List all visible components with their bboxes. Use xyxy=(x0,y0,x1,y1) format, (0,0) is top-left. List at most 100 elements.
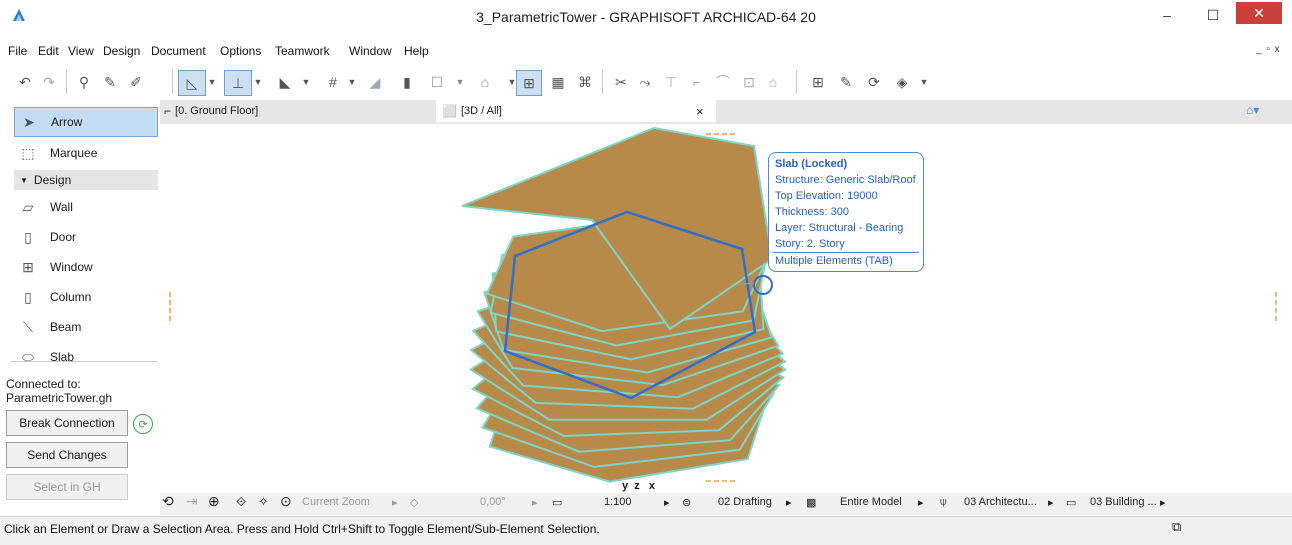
box-icon[interactable]: ☐ xyxy=(424,70,450,94)
scale-dropdown-arrow[interactable]: ▸ xyxy=(664,496,670,509)
scale-icon[interactable]: ▦ xyxy=(546,70,570,94)
tool-label: Window xyxy=(50,260,93,274)
dropdown-arrow-icon[interactable]: ▼ xyxy=(918,70,930,94)
sync-icon[interactable]: ⟳ xyxy=(133,414,153,434)
trace-icon[interactable]: ⊞ xyxy=(516,70,542,96)
snap-guides-icon[interactable]: ◣ xyxy=(272,70,298,94)
explore-icon[interactable]: ⟐ xyxy=(236,494,246,510)
menu-design[interactable]: Design xyxy=(103,44,140,58)
scale-value[interactable]: 1:100 xyxy=(604,496,632,508)
find-select-icon[interactable]: ⚲ xyxy=(72,70,96,94)
dropdown-arrow-icon[interactable]: ▼ xyxy=(454,70,466,94)
menu-edit[interactable]: Edit xyxy=(38,44,59,58)
elevate-icon[interactable]: ⊤ xyxy=(660,70,682,94)
tool-marquee[interactable]: ⬚ Marquee xyxy=(14,139,158,167)
minimize-button[interactable]: – xyxy=(1144,0,1190,30)
tool-beam[interactable]: ⟍ Beam xyxy=(14,313,158,341)
gravity-icon[interactable]: ◺ xyxy=(178,70,206,96)
walk-icon[interactable]: ✧ xyxy=(258,494,269,510)
document-window-controls[interactable]: _ ▫ x xyxy=(1256,44,1281,55)
beam-icon: ⟍ xyxy=(23,318,33,335)
menu-file[interactable]: File xyxy=(8,44,27,58)
grid-snap-icon[interactable]: # xyxy=(322,70,344,94)
tab-ground-floor[interactable]: ⌐ [0. Ground Floor] xyxy=(160,100,436,122)
tool-door[interactable]: ▯ Door xyxy=(14,223,158,251)
mirror-icon[interactable]: ⌘ xyxy=(574,70,596,94)
dropdown-arrow-icon[interactable]: ▼ xyxy=(252,70,264,94)
orbit-icon[interactable]: ⟲ xyxy=(162,493,174,510)
break-connection-button[interactable]: Break Connection xyxy=(6,410,128,436)
edit-pen-icon[interactable]: ✎ xyxy=(834,70,858,94)
model-view-arrow[interactable]: ▸ xyxy=(918,496,924,509)
syringe-icon[interactable]: ✐ xyxy=(124,70,148,94)
window-title: 3_ParametricTower - GRAPHISOFT ARCHICAD-… xyxy=(476,9,816,25)
undo-icon[interactable]: ↶ xyxy=(14,70,36,94)
menu-document[interactable]: Document xyxy=(151,44,206,58)
current-zoom-dropdown[interactable]: Current Zoom xyxy=(302,496,370,508)
select-in-gh-button[interactable]: Select in GH xyxy=(6,474,128,500)
element-info-tooltip: Slab (Locked) Structure: Generic Slab/Ro… xyxy=(768,152,924,272)
menu-view[interactable]: View xyxy=(68,44,94,58)
floorplan-icon: ⌐ xyxy=(164,104,172,118)
pen-set-arrow[interactable]: ▸ xyxy=(1048,496,1054,509)
dimension-dropdown[interactable]: 03 Building ... xyxy=(1090,496,1157,508)
menu-options[interactable]: Options xyxy=(220,44,261,58)
window-mode-icon[interactable]: ⧉ xyxy=(1172,519,1181,535)
split-icon[interactable]: ✂ xyxy=(610,70,632,94)
toolbar-divider xyxy=(796,70,797,94)
menu-window[interactable]: Window xyxy=(349,44,392,58)
dropdown-arrow-icon[interactable]: ▼ xyxy=(346,70,358,94)
angle-dropdown-arrow[interactable]: ▸ xyxy=(532,496,538,509)
navigator-icon[interactable]: ⌂▾ xyxy=(1246,103,1259,117)
zoom-in-icon[interactable]: ⊕ xyxy=(208,493,220,510)
dropdown-arrow-icon[interactable]: ▼ xyxy=(206,70,218,94)
connected-label: Connected to: xyxy=(6,377,81,391)
menu-teamwork[interactable]: Teamwork xyxy=(275,44,330,58)
pen-set-dropdown[interactable]: 03 Architectu... xyxy=(964,496,1037,508)
pen-set-icon: ⍦ xyxy=(940,496,947,508)
toolbar-divider xyxy=(66,70,67,94)
dimension-arrow[interactable]: ▸ xyxy=(1160,496,1166,509)
offset-icon[interactable]: ⊡ xyxy=(738,70,760,94)
section-icon[interactable]: ▮ xyxy=(398,70,416,94)
zoom-dropdown-arrow[interactable]: ▸ xyxy=(392,496,398,509)
group-icon[interactable]: ⊞ xyxy=(806,70,830,94)
tool-slab[interactable]: ⬭ Slab xyxy=(14,343,158,371)
explode-icon[interactable]: ⌂ xyxy=(762,70,784,94)
tab-3d-all[interactable]: ⬜ [3D / All] × xyxy=(436,100,716,122)
design-section-header[interactable]: ▼ Design xyxy=(14,170,158,190)
zoom-back-icon[interactable]: ⇥ xyxy=(186,493,198,510)
toolbar-divider xyxy=(602,70,603,94)
tool-label: Column xyxy=(50,290,92,304)
adjust-icon[interactable]: ⤳ xyxy=(634,70,656,94)
hotlink-icon[interactable]: ⟳ xyxy=(862,70,886,94)
send-changes-button[interactable]: Send Changes xyxy=(6,442,128,468)
menu-help[interactable]: Help xyxy=(404,44,429,58)
intersect-icon[interactable]: ⌐ xyxy=(686,70,708,94)
tooltip-title: Slab (Locked) xyxy=(775,158,848,170)
layer-icon[interactable]: ◈ xyxy=(890,70,914,94)
lock-icon[interactable]: ⌂ xyxy=(474,70,496,94)
tool-column[interactable]: ▯ Column xyxy=(14,283,158,311)
maximize-button[interactable]: ☐ xyxy=(1190,0,1236,30)
redo-icon[interactable]: ↷ xyxy=(38,70,60,94)
rotate-icon[interactable]: ◇ xyxy=(410,496,418,509)
eyedropper-icon[interactable]: ✎ xyxy=(98,70,122,94)
zoom-icon[interactable]: ⊙ xyxy=(280,493,292,510)
tab-close-icon[interactable]: × xyxy=(696,104,704,119)
tower-model[interactable] xyxy=(160,124,1292,492)
dropdown-arrow-icon[interactable]: ▼ xyxy=(300,70,312,94)
layer-combo-arrow[interactable]: ▸ xyxy=(786,496,792,509)
surface-icon[interactable]: ◢ xyxy=(362,70,388,94)
close-button[interactable]: ✕ xyxy=(1236,2,1282,24)
toolbar-divider xyxy=(172,70,173,94)
tool-window[interactable]: ⊞ Window xyxy=(14,253,158,281)
tool-wall[interactable]: ▱ Wall xyxy=(14,193,158,221)
model-view-dropdown[interactable]: Entire Model xyxy=(840,496,902,508)
fillet-icon[interactable]: ⌒ xyxy=(712,70,734,94)
tooltip-footer: Multiple Elements (TAB) xyxy=(775,255,893,267)
layer-combo-dropdown[interactable]: 02 Drafting xyxy=(718,496,772,508)
guide-lines-icon[interactable]: ⊥ xyxy=(224,70,252,96)
tool-arrow[interactable]: ➤ Arrow xyxy=(14,107,158,137)
column-icon: ▯ xyxy=(24,288,32,305)
